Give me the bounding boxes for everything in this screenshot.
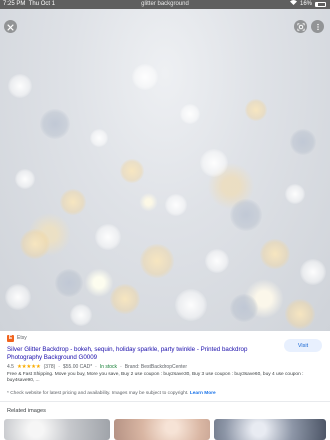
- source-name: Etsy: [17, 335, 27, 341]
- sep: ·: [120, 364, 122, 370]
- brand: Brand: BestBackdropCenter: [124, 364, 187, 370]
- related-image[interactable]: [114, 419, 210, 440]
- divider: [0, 401, 330, 402]
- more-vertical-icon: [314, 18, 322, 36]
- rating-row: 4.5 ★★★★★ (378) · $55.00 CAD* · In stock…: [7, 364, 322, 370]
- stock-status: In stock: [99, 364, 118, 370]
- learn-more-link[interactable]: Learn More: [190, 391, 216, 396]
- disclaimer: * Check website for latest pricing and a…: [7, 391, 216, 396]
- glitter-image[interactable]: [0, 9, 330, 331]
- battery-percent: 16%: [299, 1, 312, 7]
- close-icon: [7, 18, 14, 36]
- rating-stars: ★★★★★: [16, 364, 41, 370]
- rating-value: 4.5: [7, 364, 14, 370]
- review-count: (378): [43, 364, 56, 370]
- price: $55.00 CAD*: [62, 364, 93, 370]
- wifi-icon: [289, 0, 297, 9]
- more-button[interactable]: [311, 20, 324, 33]
- sep: ·: [58, 364, 60, 370]
- result-info: E Etsy Silver Glitter Backdrop - bokeh, …: [0, 331, 330, 410]
- visit-button[interactable]: Visit: [284, 339, 322, 352]
- related-images-heading: Related images: [7, 408, 46, 414]
- related-image[interactable]: [4, 419, 110, 440]
- related-image[interactable]: [214, 419, 326, 440]
- etsy-logo-icon: E: [7, 334, 14, 342]
- result-source[interactable]: E Etsy: [7, 334, 322, 342]
- related-thumbnails: [0, 419, 330, 440]
- result-description: Free & Fast Shipping. Move you buy, More…: [7, 372, 304, 383]
- status-right: 16%: [289, 0, 326, 9]
- lens-button[interactable]: [294, 20, 307, 33]
- page-url[interactable]: glitter background: [0, 0, 330, 9]
- sep: ·: [95, 364, 97, 370]
- disclaimer-text: * Check website for latest pricing and a…: [7, 391, 189, 396]
- result-title[interactable]: Silver Glitter Backdrop - bokeh, sequin,…: [7, 346, 272, 362]
- battery-icon: [315, 2, 326, 7]
- close-button[interactable]: [4, 20, 17, 33]
- status-bar: 7:25 PM Thu Oct 1 glitter background 16%: [0, 0, 330, 9]
- lens-icon: [296, 18, 305, 36]
